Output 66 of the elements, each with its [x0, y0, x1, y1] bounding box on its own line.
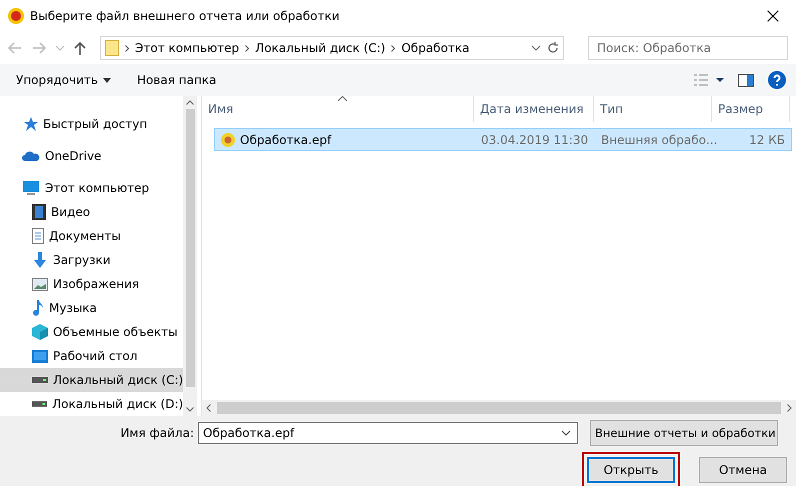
column-header[interactable]: Дата изменения — [474, 96, 594, 122]
breadcrumb[interactable]: Локальный диск (C:) — [255, 41, 386, 55]
cube-icon — [32, 324, 48, 340]
sidebar-item[interactable]: Локальный диск (C:) — [0, 368, 184, 392]
organize-button[interactable]: Упорядочить — [10, 71, 117, 89]
folder-icon — [105, 40, 119, 56]
sidebar-item[interactable]: Этот компьютер — [0, 176, 184, 200]
window-title: Выберите файл внешнего отчета или обработки — [30, 9, 340, 23]
chevron-icon — [245, 44, 250, 52]
scroll-down-icon[interactable] — [186, 407, 194, 412]
preview-pane-icon[interactable] — [738, 74, 754, 86]
sidebar-item[interactable]: Локальный диск (D:) — [0, 392, 184, 416]
help-icon[interactable] — [768, 71, 786, 89]
dialog-button[interactable]: Открыть — [587, 457, 675, 483]
dropdown-icon[interactable] — [561, 430, 571, 436]
file-icon — [221, 132, 235, 146]
chevron-icon — [391, 44, 396, 52]
new-folder-button[interactable]: Новая папка — [130, 71, 222, 89]
filename-label: Имя файла: — [120, 426, 195, 440]
drive-icon — [32, 377, 48, 383]
column-header[interactable]: Размер — [712, 96, 790, 122]
desktop-icon — [32, 350, 48, 362]
caret-icon — [102, 78, 111, 82]
close-button[interactable]: × — [758, 4, 788, 28]
breadcrumb[interactable]: Обработка — [401, 41, 470, 55]
music-note-icon — [32, 300, 44, 316]
sidebar-item[interactable]: Документы — [0, 224, 184, 248]
sort-caret-icon — [338, 96, 346, 101]
date-cell-text: 03.04.2019 11:30 — [480, 132, 590, 146]
column-header[interactable]: Имя — [202, 96, 474, 122]
app-logo-icon — [8, 8, 24, 24]
filename-field[interactable]: Обработка.epf — [198, 422, 578, 444]
dropdown-icon[interactable] — [531, 45, 541, 51]
star-icon — [22, 116, 38, 132]
sidebar-item[interactable]: Объемные объекты — [0, 320, 184, 344]
document-icon — [32, 228, 44, 244]
cloud-icon — [22, 150, 40, 162]
image-icon — [32, 278, 48, 290]
file-type-dropdown[interactable]: Внешние отчеты и обработки — [590, 420, 778, 446]
file-row[interactable]: Обработка.epf 03.04.2019 11:30 Внешняя обрабо... 12 КБ — [214, 128, 792, 151]
sidebar-item[interactable]: Изображения — [0, 272, 184, 296]
view-options-icon[interactable] — [694, 74, 724, 86]
scroll-left-icon[interactable] — [206, 404, 211, 412]
scroll-right-icon[interactable] — [787, 404, 792, 412]
film-icon — [32, 204, 46, 220]
address-bar[interactable]: Этот компьютер Локальный диск (C:) Обработка — [100, 36, 564, 60]
chevron-icon — [125, 44, 129, 52]
file-name-cell: Обработка.epf — [215, 132, 475, 146]
scrollbar-thumb[interactable] — [217, 402, 781, 414]
sidebar-item[interactable]: Рабочий стол — [0, 344, 184, 368]
sidebar-item[interactable]: OneDrive — [0, 144, 184, 168]
sidebar-item[interactable]: Музыка — [0, 296, 184, 320]
scroll-up-icon[interactable] — [186, 100, 194, 105]
sidebar-item[interactable]: Быстрый доступ — [0, 112, 184, 136]
up-arrow-icon[interactable] — [74, 41, 86, 55]
column-header[interactable]: Тип — [594, 96, 712, 122]
refresh-icon[interactable] — [547, 42, 559, 54]
scrollbar-thumb[interactable] — [186, 109, 195, 387]
monitor-icon — [22, 180, 40, 196]
down-arrow-icon — [32, 252, 48, 268]
drive-icon — [32, 401, 48, 407]
breadcrumb[interactable]: Этот компьютер — [135, 41, 240, 55]
sidebar-item[interactable]: Загрузки — [0, 248, 184, 272]
dialog-button[interactable]: Отмена — [699, 457, 787, 483]
search-field[interactable]: Поиск: Обработка — [588, 36, 788, 60]
sidebar-item[interactable]: Видео — [0, 200, 184, 224]
